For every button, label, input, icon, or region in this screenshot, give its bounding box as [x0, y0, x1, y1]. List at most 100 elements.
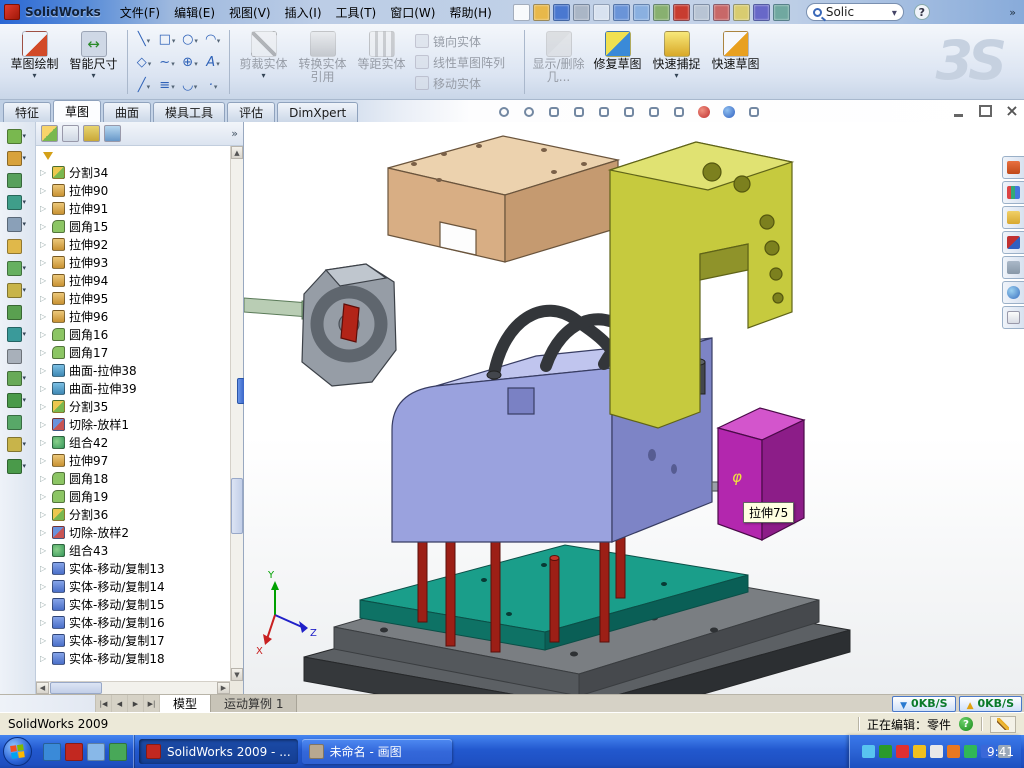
expand-arrow-icon[interactable] [40, 600, 48, 609]
taskbar-clock[interactable]: 9:41 [987, 745, 1014, 759]
expand-arrow-icon[interactable] [40, 330, 48, 339]
minimize-icon[interactable] [948, 103, 968, 119]
part-top-clamp-plate[interactable] [388, 136, 618, 262]
new-document-icon[interactable] [513, 4, 530, 21]
ribbon-button[interactable]: 快速捕捉 ▾ [648, 27, 705, 97]
toolbar-button[interactable]: ▾ [7, 436, 29, 452]
filter-icon[interactable] [43, 152, 53, 160]
restore-icon[interactable] [975, 103, 995, 119]
toolbar-button[interactable]: ▾ [7, 150, 29, 166]
search-box[interactable]: Solic [806, 3, 904, 21]
tree-item[interactable]: 分割36 [36, 505, 230, 523]
configurationmanager-tab[interactable] [83, 125, 100, 142]
ribbon-button[interactable]: 显示/删除几... [530, 27, 587, 97]
tree-item[interactable]: 实体-移动/复制13 [36, 559, 230, 577]
expand-arrow-icon[interactable] [40, 420, 48, 429]
ribbon-button[interactable]: 智能尺寸 ▾ [65, 27, 122, 97]
tree-item[interactable]: 曲面-拉伸39 [36, 379, 230, 397]
toolbar-button[interactable]: ▾ [7, 260, 29, 276]
zoom-icon[interactable] [733, 4, 750, 21]
toolbar-button[interactable]: ▾ [7, 128, 29, 144]
close-icon[interactable] [1002, 103, 1022, 119]
expand-arrow-icon[interactable] [40, 168, 48, 177]
toolbar-button[interactable] [7, 304, 29, 320]
next-tab-icon[interactable] [128, 695, 144, 712]
scroll-right-icon[interactable]: ▶ [217, 682, 230, 694]
search-dropdown-icon[interactable] [892, 5, 897, 19]
expand-arrow-icon[interactable] [40, 528, 48, 537]
flyout-caret-icon[interactable] [193, 78, 198, 93]
toolbar-button[interactable]: ▾ [7, 216, 29, 232]
menu-item[interactable]: 编辑(E) [167, 1, 222, 24]
model-canvas[interactable]: φ [244, 122, 1024, 694]
expand-arrow-icon[interactable] [40, 546, 48, 555]
taskbar-task-button[interactable]: SolidWorks 2009 - ... [139, 739, 298, 764]
tree-item[interactable]: 实体-移动/复制17 [36, 631, 230, 649]
tree-item[interactable]: 圆角16 [36, 325, 230, 343]
help-icon[interactable]: ? [914, 4, 930, 20]
flyout-caret-icon[interactable] [170, 55, 175, 70]
resources-home-icon[interactable] [1002, 156, 1024, 179]
point-tool-icon[interactable]: ⊕ [179, 51, 201, 73]
start-button[interactable] [3, 737, 32, 766]
menu-item[interactable]: 帮助(H) [442, 1, 498, 24]
tree-item[interactable]: 实体-移动/复制18 [36, 649, 230, 667]
options-icon[interactable] [693, 4, 710, 21]
design-library-icon[interactable] [1002, 181, 1024, 204]
expand-arrow-icon[interactable] [40, 510, 48, 519]
appearance-icon[interactable] [694, 103, 714, 120]
scroll-down-icon[interactable]: ▼ [231, 668, 243, 681]
tree-item[interactable]: 拉伸92 [36, 235, 230, 253]
section-view-icon[interactable] [594, 103, 614, 120]
ribbon-button[interactable]: 快速草图 [707, 27, 764, 97]
tree-item[interactable]: 拉伸96 [36, 307, 230, 325]
tree-item[interactable]: 分割35 [36, 397, 230, 415]
polygon-tool-icon[interactable]: ◇ [133, 51, 155, 73]
last-tab-icon[interactable] [144, 695, 160, 712]
document-tab[interactable]: 模型 [160, 695, 211, 712]
tree-item[interactable]: 实体-移动/复制16 [36, 613, 230, 631]
tree-item[interactable]: 圆角18 [36, 469, 230, 487]
tree-item[interactable]: 拉伸90 [36, 181, 230, 199]
tray-icon[interactable] [930, 745, 943, 758]
toolbar-button[interactable]: ▾ [7, 458, 29, 474]
expand-arrow-icon[interactable] [40, 312, 48, 321]
expand-arrow-icon[interactable] [40, 474, 48, 483]
flyout-caret-icon[interactable] [215, 55, 220, 70]
text-tool-icon[interactable]: A [202, 51, 224, 73]
expand-arrow-icon[interactable] [40, 636, 48, 645]
first-tab-icon[interactable] [96, 695, 112, 712]
tray-icon[interactable] [896, 745, 909, 758]
tree-item[interactable]: 分割34 [36, 163, 230, 181]
download-speed-badge[interactable]: 0KB/S [892, 696, 955, 712]
tree-item[interactable]: 拉伸93 [36, 253, 230, 271]
toolbar-button[interactable]: ▾ [7, 392, 29, 408]
tree-item[interactable]: 切除-放样2 [36, 523, 230, 541]
color-swatch-icon[interactable] [713, 4, 730, 21]
expand-arrow-icon[interactable] [40, 492, 48, 501]
solidworks-launch-icon[interactable] [65, 743, 83, 761]
tree-item[interactable]: 拉伸91 [36, 199, 230, 217]
ribbon-button[interactable]: 转换实体引用 [294, 27, 351, 97]
display-style-icon[interactable] [644, 103, 664, 120]
tray-icon[interactable] [879, 745, 892, 758]
toolbar-overflow-icon[interactable]: » [1005, 6, 1020, 19]
arc-tool-icon[interactable]: ◠ [202, 28, 224, 50]
expand-arrow-icon[interactable] [40, 456, 48, 465]
quick-tips-icon[interactable]: ? [959, 717, 973, 731]
command-tab[interactable]: 模具工具 [153, 102, 225, 122]
flyout-caret-icon[interactable] [147, 55, 152, 70]
flyout-caret-icon[interactable] [193, 55, 198, 70]
view-orientation-icon[interactable] [619, 103, 639, 120]
expand-arrow-icon[interactable] [40, 294, 48, 303]
command-tab[interactable]: 草图 [53, 100, 101, 122]
expand-arrow-icon[interactable] [40, 258, 48, 267]
ribbon-button[interactable]: 草图绘制 ▾ [6, 27, 63, 97]
propertymanager-tab[interactable] [62, 125, 79, 142]
dot-tool-icon[interactable]: · [202, 74, 224, 96]
tree-item[interactable]: 组合43 [36, 541, 230, 559]
line-tool-icon[interactable]: ╲ [133, 28, 155, 50]
tree-item[interactable]: 圆角19 [36, 487, 230, 505]
toolbar-button[interactable]: ▾ [7, 326, 29, 342]
tree-item[interactable]: 组合42 [36, 433, 230, 451]
